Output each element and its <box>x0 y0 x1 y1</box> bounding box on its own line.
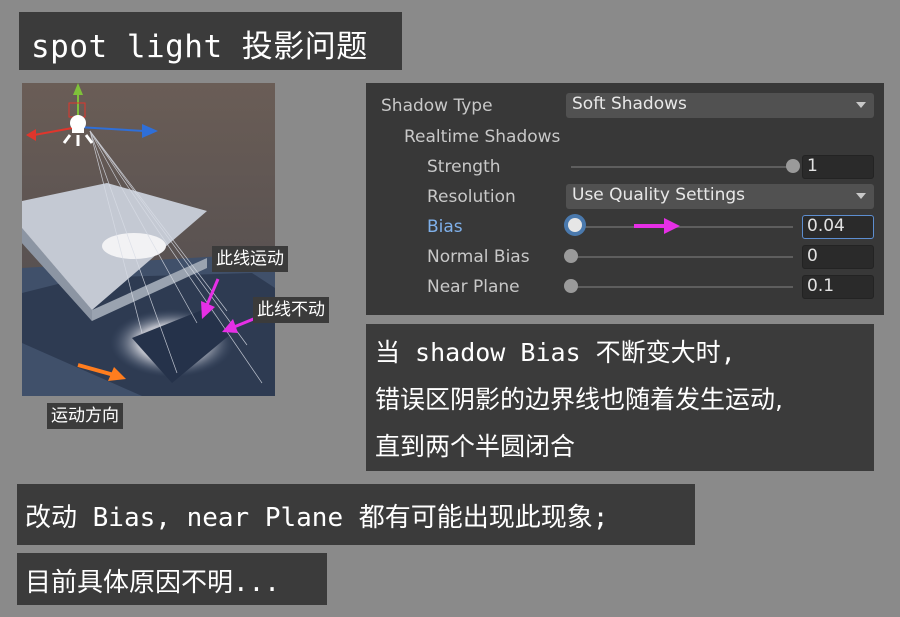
near-plane-label: Near Plane <box>427 277 520 297</box>
label-line-moving: 此线运动 <box>212 246 288 272</box>
bias-label: Bias <box>427 217 463 237</box>
bias-slider-handle[interactable] <box>568 218 583 232</box>
light-shadow-inspector: Shadow Type Soft Shadows Realtime Shadow… <box>366 83 884 315</box>
note-1-text: 改动 Bias, near Plane 都有可能出现此现象; <box>25 503 609 533</box>
strength-label: Strength <box>427 157 501 177</box>
near-plane-field[interactable]: 0.1 <box>802 275 874 299</box>
resolution-value: Use Quality Settings <box>572 185 746 205</box>
label-line-fixed: 此线不动 <box>253 297 329 323</box>
normal-bias-slider-handle[interactable] <box>564 249 578 263</box>
title-banner: spot light 投影问题 <box>19 12 402 70</box>
shadow-type-value: Soft Shadows <box>572 94 687 114</box>
shadow-type-label: Shadow Type <box>381 96 493 116</box>
label-direction: 运动方向 <box>47 403 123 429</box>
explanation-line-1: 当 shadow Bias 不断变大时, <box>375 338 736 367</box>
note-box-2: 目前具体原因不明... <box>17 553 327 605</box>
resolution-dropdown[interactable]: Use Quality Settings <box>566 184 874 209</box>
explanation-line-3: 直到两个半圆闭合 <box>375 432 576 461</box>
strength-slider-handle[interactable] <box>786 159 800 173</box>
normal-bias-slider-track[interactable] <box>571 256 793 258</box>
bias-field[interactable]: 0.04 <box>802 215 874 239</box>
normal-bias-field[interactable]: 0 <box>802 245 874 269</box>
row-resolution: Resolution Use Quality Settings <box>366 183 884 213</box>
bias-slider-track[interactable] <box>571 226 793 228</box>
row-realtime-shadows: Realtime Shadows <box>366 123 884 153</box>
realtime-shadows-header: Realtime Shadows <box>404 127 561 147</box>
strength-slider-track[interactable] <box>571 166 793 168</box>
box-top-light-spot <box>102 233 166 259</box>
chevron-down-icon <box>856 193 866 199</box>
note-2-text: 目前具体原因不明... <box>25 568 280 598</box>
scene-viewport <box>22 83 275 396</box>
row-near-plane: Near Plane 0.1 <box>366 273 884 303</box>
near-plane-slider-handle[interactable] <box>564 279 578 293</box>
explanation-line-2: 错误区阴影的边界线也随着发生运动, <box>375 385 783 414</box>
explanation-box: 当 shadow Bias 不断变大时, 错误区阴影的边界线也随着发生运动, 直… <box>366 324 874 471</box>
note-box-1: 改动 Bias, near Plane 都有可能出现此现象; <box>17 484 695 545</box>
row-bias: Bias 0.04 <box>366 213 884 243</box>
row-normal-bias: Normal Bias 0 <box>366 243 884 273</box>
normal-bias-label: Normal Bias <box>427 247 530 267</box>
row-shadow-type: Shadow Type Soft Shadows <box>366 92 884 122</box>
near-plane-slider-track[interactable] <box>571 286 793 288</box>
chevron-down-icon <box>856 102 866 108</box>
shadow-type-dropdown[interactable]: Soft Shadows <box>566 93 874 118</box>
strength-field[interactable]: 1 <box>802 155 874 179</box>
page-title: spot light 投影问题 <box>31 29 368 65</box>
resolution-label: Resolution <box>427 187 516 207</box>
row-strength: Strength 1 <box>366 153 884 183</box>
